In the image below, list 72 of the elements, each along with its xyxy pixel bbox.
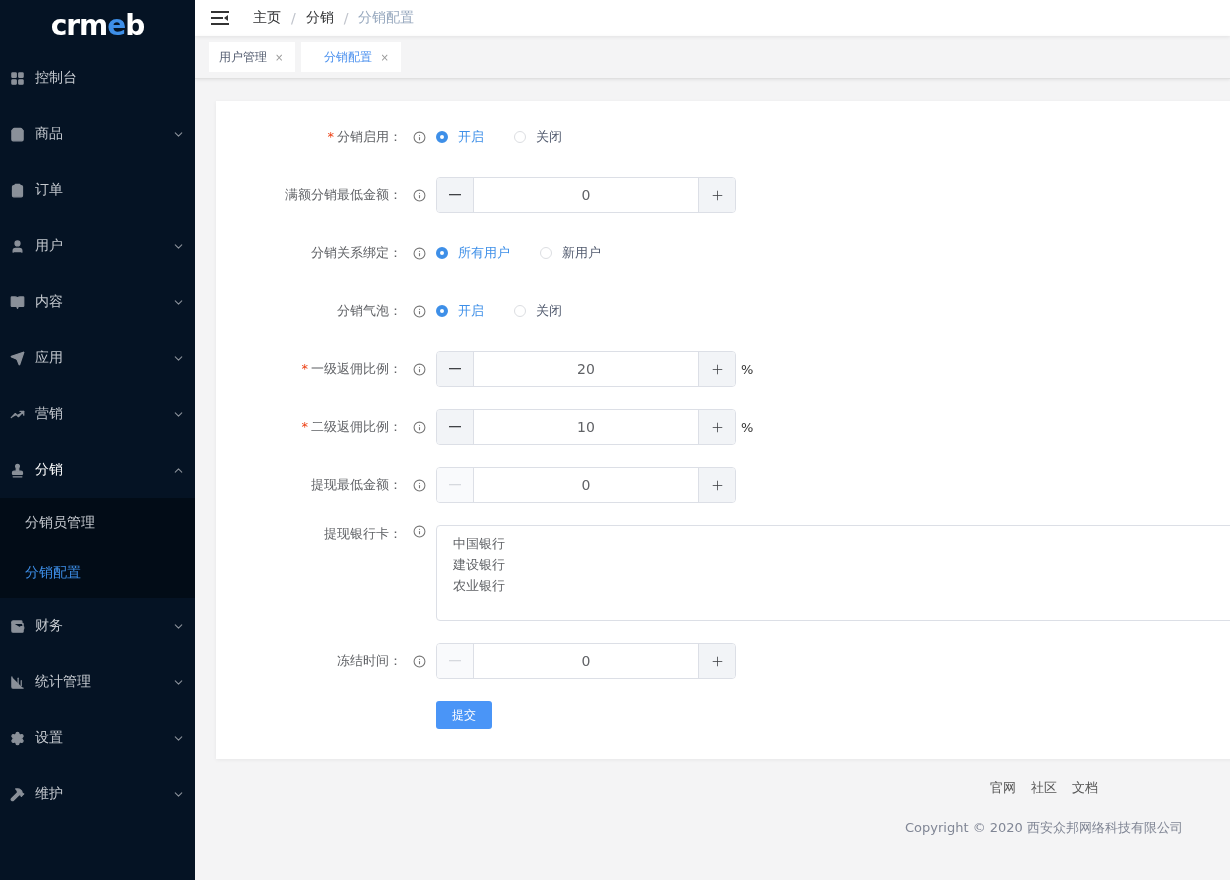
sidebar-item[interactable]: 统计管理 (0, 654, 195, 710)
plus-icon (709, 187, 725, 203)
radio-option[interactable]: 所有用户 (436, 244, 510, 262)
radio-option[interactable]: 开启 (436, 302, 484, 320)
book-icon (10, 294, 25, 310)
footer-link[interactable]: 官网 (990, 779, 1016, 797)
info-icon[interactable] (412, 478, 426, 492)
field-label: * 一级返佣比例： (300, 360, 402, 378)
sidebar-item[interactable]: 营销 (0, 386, 195, 442)
field-label: 提现最低金额： (310, 476, 402, 494)
field-label: 提现银行卡： (323, 525, 402, 543)
sidebar-item[interactable]: 控制台 (0, 50, 195, 106)
info-icon[interactable] (412, 362, 426, 376)
text-line: 农业银行 (453, 577, 505, 595)
text-line: 建设银行 (453, 556, 505, 574)
field-label: * 分销启用： (326, 128, 402, 146)
minus-icon (449, 194, 461, 196)
breadcrumb-item: 分销配置 (358, 9, 415, 27)
info-icon[interactable] (412, 130, 426, 144)
sidebar-item[interactable]: 商品 (0, 106, 195, 162)
info-icon[interactable] (412, 304, 426, 318)
sidebar-item[interactable]: 设置 (0, 710, 195, 766)
sidebar-item[interactable]: 分销 (0, 442, 195, 498)
logo: crmeb (49, 7, 146, 44)
minus-icon (449, 660, 461, 662)
sidebar-item[interactable]: 应用 (0, 330, 195, 386)
info-icon[interactable] (412, 246, 426, 260)
field-label: 冻结时间： (336, 652, 402, 670)
minus-icon (449, 368, 461, 370)
submenu-item[interactable]: 分销员管理 (0, 498, 195, 548)
unit-label: % (741, 361, 754, 377)
info-icon[interactable] (412, 188, 426, 202)
radio-option[interactable]: 新用户 (540, 244, 601, 262)
minus-icon (449, 484, 461, 486)
plus-icon (709, 361, 725, 377)
sidebar-item[interactable]: 用户 (0, 218, 195, 274)
unit-label: % (741, 419, 754, 435)
hammer-icon (10, 786, 25, 802)
stamp-icon (10, 462, 25, 478)
minus-icon (449, 426, 461, 428)
info-icon[interactable] (412, 525, 426, 538)
field-label: * 二级返佣比例： (300, 418, 402, 436)
sidebar-item[interactable]: 维护 (0, 766, 195, 822)
footer-link[interactable]: 文档 (1072, 779, 1098, 797)
radio-option[interactable]: 关闭 (514, 302, 562, 320)
menu-fold-icon[interactable] (211, 11, 229, 25)
plus-icon (709, 419, 725, 435)
plus-icon (709, 653, 725, 669)
radio-option[interactable]: 开启 (436, 128, 484, 146)
radio-option[interactable]: 关闭 (514, 128, 562, 146)
grid-icon (10, 70, 25, 86)
plus-icon (709, 477, 725, 493)
submenu-item[interactable]: 分销配置 (0, 548, 195, 598)
page-tab[interactable]: 用户管理 × (209, 42, 296, 72)
sidebar-item[interactable]: 财务 (0, 598, 195, 654)
text-area[interactable]: 中国银行 建设银行 农业银行 (436, 525, 1230, 621)
text-line: 中国银行 (453, 535, 505, 553)
sidebar-item[interactable]: 订单 (0, 162, 195, 218)
info-icon[interactable] (412, 420, 426, 434)
footer-link[interactable]: 社区 (1031, 779, 1057, 797)
breadcrumb-separator: / (343, 10, 349, 26)
copyright-text: Copyright © 2020 西安众邦网络科技有限公司 (905, 819, 1183, 837)
breadcrumb-item[interactable]: 主页 (253, 9, 281, 27)
field-label: 满额分销最低金额： (284, 186, 402, 204)
breadcrumb-separator: / (291, 10, 296, 26)
user-icon (10, 238, 25, 254)
field-label: 分销关系绑定： (310, 244, 402, 262)
breadcrumb-item[interactable]: 分销 (305, 9, 334, 27)
sidebar-item[interactable]: 内容 (0, 274, 195, 330)
paper-plane-icon (10, 350, 25, 366)
field-label: 分销气泡： (336, 302, 402, 320)
info-icon[interactable] (412, 654, 426, 668)
